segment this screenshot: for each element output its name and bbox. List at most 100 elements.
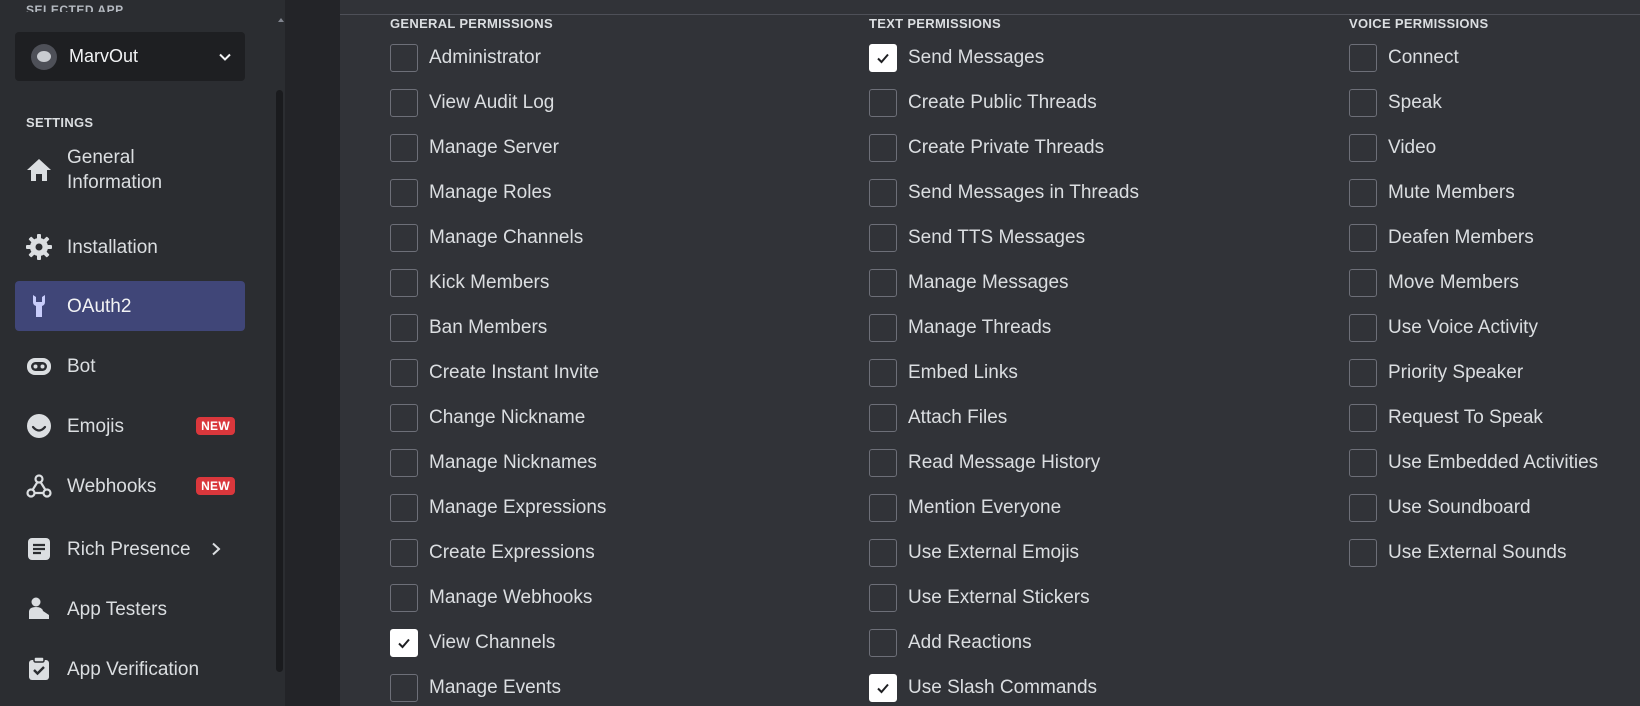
sidebar-item-bot[interactable]: Bot — [15, 343, 245, 389]
permission-row[interactable]: Manage Messages — [869, 269, 1069, 297]
permission-row[interactable]: Manage Threads — [869, 314, 1051, 342]
permission-row[interactable]: Manage Expressions — [390, 494, 606, 522]
permission-checkbox[interactable] — [390, 179, 418, 207]
permission-row[interactable]: Manage Nicknames — [390, 449, 597, 477]
permission-row[interactable]: Use Voice Activity — [1349, 314, 1538, 342]
permission-row[interactable]: Kick Members — [390, 269, 549, 297]
permission-row[interactable]: Create Instant Invite — [390, 359, 599, 387]
sidebar-item-app-verification[interactable]: App Verification — [15, 646, 245, 692]
permission-checkbox[interactable] — [390, 134, 418, 162]
permission-checkbox[interactable] — [1349, 314, 1377, 342]
permission-checkbox[interactable] — [1349, 494, 1377, 522]
permission-checkbox[interactable] — [1349, 404, 1377, 432]
permission-row[interactable]: Use External Stickers — [869, 584, 1090, 612]
permission-row[interactable]: Use Slash Commands — [869, 674, 1097, 702]
permission-checkbox[interactable] — [1349, 359, 1377, 387]
permission-checkbox[interactable] — [390, 584, 418, 612]
permission-checkbox[interactable] — [1349, 449, 1377, 477]
permission-checkbox[interactable] — [869, 359, 897, 387]
permission-checkbox[interactable] — [390, 539, 418, 567]
permission-checkbox[interactable] — [869, 314, 897, 342]
sidebar-item-emojis[interactable]: Emojis NEW — [15, 403, 245, 449]
permission-row[interactable]: Use Soundboard — [1349, 494, 1531, 522]
permission-row[interactable]: Manage Channels — [390, 224, 583, 252]
smile-icon — [25, 412, 53, 440]
permission-row[interactable]: Manage Server — [390, 134, 559, 162]
sidebar-item-installation[interactable]: Installation — [15, 224, 245, 270]
sidebar-item-rich-presence[interactable]: Rich Presence — [15, 524, 245, 574]
permission-checkbox[interactable] — [390, 89, 418, 117]
permission-row[interactable]: Video — [1349, 134, 1436, 162]
permission-row[interactable]: Deafen Members — [1349, 224, 1534, 252]
permission-row[interactable]: Priority Speaker — [1349, 359, 1523, 387]
permission-row[interactable]: Use Embedded Activities — [1349, 449, 1598, 477]
permission-checkbox[interactable] — [869, 224, 897, 252]
permission-checkbox[interactable] — [390, 224, 418, 252]
permission-row[interactable]: Connect — [1349, 44, 1459, 72]
permission-row[interactable]: Create Expressions — [390, 539, 595, 567]
sidebar-scroll-thumb[interactable] — [276, 90, 283, 672]
permission-checkbox[interactable] — [390, 494, 418, 522]
permission-row[interactable]: Send Messages in Threads — [869, 179, 1139, 207]
sidebar-item-webhooks[interactable]: Webhooks NEW — [15, 463, 245, 509]
sidebar-item-app-testers[interactable]: App Testers — [15, 586, 245, 632]
permission-row[interactable]: Use External Emojis — [869, 539, 1079, 567]
permission-checkbox[interactable] — [1349, 539, 1377, 567]
permission-checkbox[interactable] — [390, 44, 418, 72]
permission-row[interactable]: Speak — [1349, 89, 1442, 117]
permission-checkbox[interactable] — [869, 584, 897, 612]
permission-checkbox[interactable] — [390, 359, 418, 387]
permission-checkbox[interactable] — [869, 269, 897, 297]
permission-row[interactable]: Change Nickname — [390, 404, 585, 432]
permission-row[interactable]: Attach Files — [869, 404, 1007, 432]
permission-row[interactable]: Manage Roles — [390, 179, 552, 207]
permission-checkbox[interactable] — [390, 404, 418, 432]
permission-row[interactable]: Embed Links — [869, 359, 1018, 387]
permission-row[interactable]: Read Message History — [869, 449, 1100, 477]
permission-label: Ban Members — [429, 317, 548, 338]
permission-checkbox[interactable] — [390, 314, 418, 342]
permission-row[interactable]: Create Private Threads — [869, 134, 1104, 162]
permission-checkbox[interactable] — [390, 629, 418, 657]
permission-row[interactable]: Mention Everyone — [869, 494, 1061, 522]
permission-row[interactable]: Create Public Threads — [869, 89, 1097, 117]
permission-checkbox[interactable] — [869, 539, 897, 567]
app-selector-dropdown[interactable]: MarvOut — [15, 32, 245, 81]
permission-row[interactable]: Manage Webhooks — [390, 584, 592, 612]
permission-checkbox[interactable] — [869, 179, 897, 207]
permission-row[interactable]: Send Messages — [869, 44, 1044, 72]
permission-checkbox[interactable] — [1349, 44, 1377, 72]
sidebar-item-oauth2[interactable]: OAuth2 — [15, 281, 245, 331]
permission-row[interactable]: Request To Speak — [1349, 404, 1543, 432]
scroll-up-arrow-icon[interactable] — [278, 18, 284, 22]
permission-checkbox[interactable] — [869, 134, 897, 162]
permission-checkbox[interactable] — [869, 44, 897, 72]
permission-row[interactable]: Send TTS Messages — [869, 224, 1085, 252]
sidebar-item-general-information[interactable]: General Information — [15, 145, 245, 195]
permission-checkbox[interactable] — [869, 629, 897, 657]
permission-row[interactable]: Add Reactions — [869, 629, 1032, 657]
permission-row[interactable]: Administrator — [390, 44, 541, 72]
permission-checkbox[interactable] — [1349, 89, 1377, 117]
permission-checkbox[interactable] — [869, 89, 897, 117]
permission-checkbox[interactable] — [869, 404, 897, 432]
sidebar-scrollbar[interactable] — [274, 0, 285, 706]
permission-checkbox[interactable] — [390, 269, 418, 297]
permission-row[interactable]: Move Members — [1349, 269, 1519, 297]
permission-checkbox[interactable] — [869, 494, 897, 522]
permission-checkbox[interactable] — [1349, 224, 1377, 252]
permission-checkbox[interactable] — [869, 449, 897, 477]
permission-checkbox[interactable] — [390, 449, 418, 477]
permission-checkbox[interactable] — [390, 674, 418, 702]
permission-checkbox[interactable] — [1349, 134, 1377, 162]
permission-checkbox[interactable] — [1349, 179, 1377, 207]
permission-checkbox[interactable] — [869, 674, 897, 702]
permission-row[interactable]: Mute Members — [1349, 179, 1515, 207]
permission-row[interactable]: View Channels — [390, 629, 555, 657]
permission-row[interactable]: Ban Members — [390, 314, 547, 342]
permission-row[interactable]: Use External Sounds — [1349, 539, 1567, 567]
general-permissions-title: GENERAL PERMISSIONS — [390, 16, 553, 31]
permission-row[interactable]: View Audit Log — [390, 89, 554, 117]
permission-checkbox[interactable] — [1349, 269, 1377, 297]
permission-row[interactable]: Manage Events — [390, 674, 561, 702]
